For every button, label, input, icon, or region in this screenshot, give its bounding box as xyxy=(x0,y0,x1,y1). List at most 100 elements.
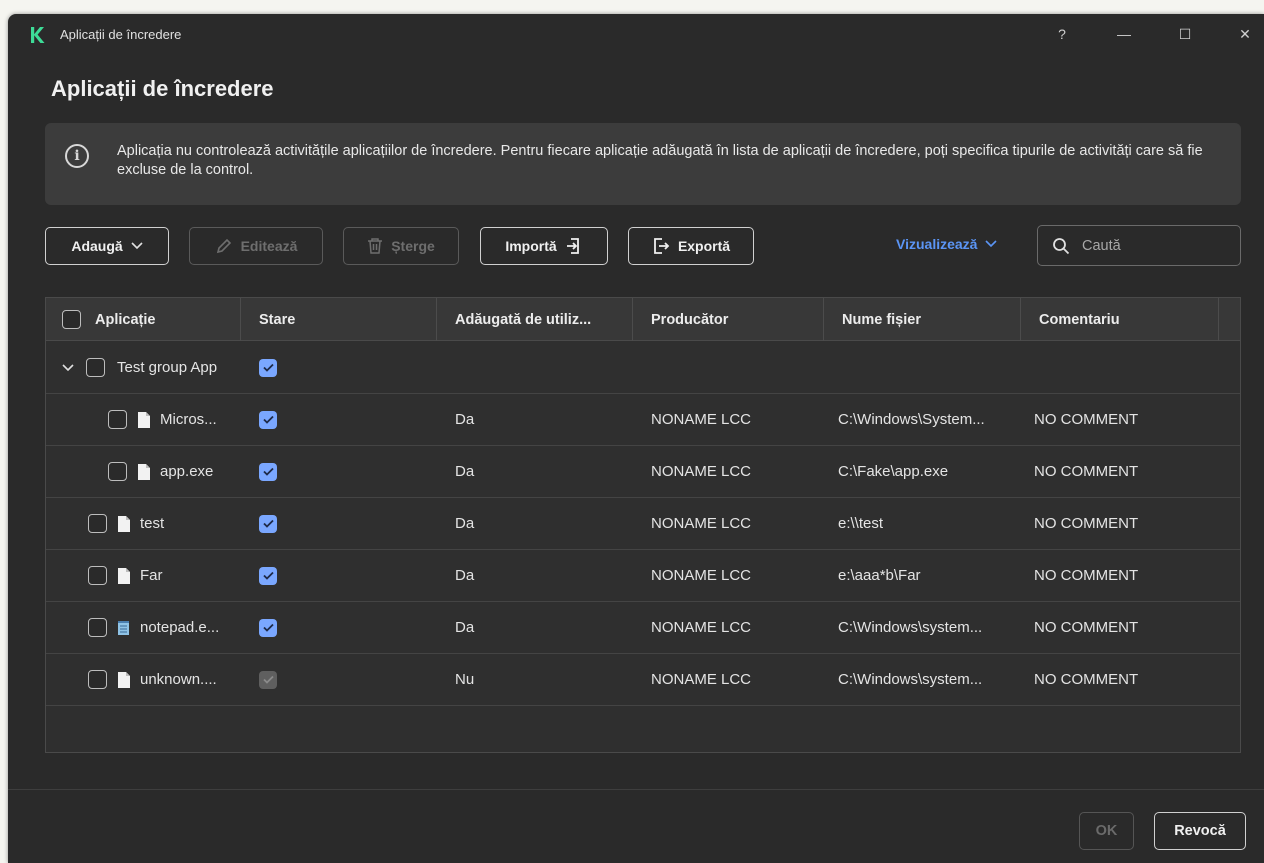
minimize-button[interactable]: — xyxy=(1109,22,1139,46)
app-name: test xyxy=(140,515,165,532)
row-checkbox[interactable] xyxy=(86,358,105,377)
maximize-icon: ☐ xyxy=(1178,25,1192,42)
status-checkbox[interactable] xyxy=(259,358,277,377)
trash-icon xyxy=(368,238,383,254)
group-name: Test group App xyxy=(117,359,218,376)
filename-cell: e:\\test xyxy=(838,515,884,532)
comment-cell: NO COMMENT xyxy=(1034,411,1139,428)
export-button[interactable]: Exportă xyxy=(628,227,754,265)
status-checkbox[interactable] xyxy=(259,410,277,429)
status-checkbox[interactable] xyxy=(259,566,277,585)
row-checkbox[interactable] xyxy=(88,670,107,689)
import-icon xyxy=(566,238,579,254)
file-icon xyxy=(138,411,150,428)
row-checkbox[interactable] xyxy=(108,410,127,429)
table-row[interactable]: notepad.e... Da NONAME LCC C:\Windows\syste… xyxy=(46,602,1240,654)
app-name: unknown.... xyxy=(140,671,217,688)
pencil-icon xyxy=(216,238,231,254)
checkmark-icon xyxy=(262,571,274,580)
cancel-button-label: Revocă xyxy=(1174,823,1226,839)
column-header-vendor[interactable]: Producător xyxy=(633,298,824,341)
vendor-cell: NONAME LCC xyxy=(651,671,752,688)
edit-button[interactable]: Editează xyxy=(189,227,323,265)
row-checkbox[interactable] xyxy=(88,618,107,637)
vendor-cell: NONAME LCC xyxy=(651,567,752,584)
delete-button-label: Șterge xyxy=(391,238,435,254)
notepad-icon xyxy=(118,620,129,635)
added-by-user-cell: Da xyxy=(455,463,475,480)
file-icon xyxy=(118,671,130,688)
added-by-user-cell: Da xyxy=(455,567,475,584)
status-checkbox[interactable] xyxy=(259,462,277,481)
comment-cell: NO COMMENT xyxy=(1034,463,1139,480)
comment-cell: NO COMMENT xyxy=(1034,619,1139,636)
checkmark-icon xyxy=(262,623,274,632)
table-group-row[interactable]: Test group App xyxy=(46,342,1240,394)
status-checkbox[interactable] xyxy=(259,670,277,689)
cancel-button[interactable]: Revocă xyxy=(1154,812,1246,850)
file-icon xyxy=(118,567,130,584)
table-row[interactable]: test Da NONAME LCC e:\\test NO COMMENT xyxy=(46,498,1240,550)
vendor-cell: NONAME LCC xyxy=(651,515,752,532)
column-label: Aplicație xyxy=(95,311,156,328)
filename-cell: C:\Windows\system... xyxy=(838,619,983,636)
table-row[interactable]: app.exe Da NONAME LCC C:\Fake\app.exe NO COM… xyxy=(46,446,1240,498)
column-header-filename[interactable]: Nume fișier xyxy=(824,298,1021,341)
ok-button[interactable]: OK xyxy=(1079,812,1134,850)
page-title: Aplicații de încredere xyxy=(51,76,274,101)
added-by-user-cell: Da xyxy=(455,619,475,636)
ok-button-label: OK xyxy=(1095,823,1118,839)
added-by-user-cell: Nu xyxy=(455,671,475,688)
checkmark-icon xyxy=(262,415,274,424)
comment-cell: NO COMMENT xyxy=(1034,567,1139,584)
app-name: app.exe xyxy=(160,463,214,480)
checkmark-icon xyxy=(262,519,274,528)
view-dropdown[interactable]: Vizualizează xyxy=(896,236,998,252)
row-checkbox[interactable] xyxy=(88,514,107,533)
table-row[interactable]: unknown.... Nu NONAME LCC C:\Windows\system… xyxy=(46,654,1240,706)
minimize-icon: — xyxy=(1117,26,1131,42)
delete-button[interactable]: Șterge xyxy=(343,227,459,265)
maximize-button[interactable]: ☐ xyxy=(1170,22,1200,46)
vendor-cell: NONAME LCC xyxy=(651,411,752,428)
file-icon xyxy=(118,515,130,532)
trusted-apps-window: Aplicații de încredere ? — ☐ ✕ Aplicații… xyxy=(8,14,1264,863)
filename-cell: C:\Fake\app.exe xyxy=(838,463,949,480)
status-checkbox[interactable] xyxy=(259,514,277,533)
column-header-status[interactable]: Stare xyxy=(241,298,437,341)
close-icon: ✕ xyxy=(1239,25,1251,42)
column-label: Stare xyxy=(259,311,296,328)
column-label: Nume fișier xyxy=(842,311,921,328)
help-button[interactable]: ? xyxy=(1047,22,1077,46)
import-button[interactable]: Importă xyxy=(480,227,608,265)
export-button-label: Exportă xyxy=(677,238,731,254)
window-title: Aplicații de încredere xyxy=(60,27,182,42)
add-button[interactable]: Adaugă xyxy=(45,227,169,265)
table-row[interactable]: Micros... Da NONAME LCC C:\Windows\System..… xyxy=(46,394,1240,446)
checkmark-icon xyxy=(262,467,274,476)
search-box[interactable] xyxy=(1037,225,1241,266)
export-icon xyxy=(654,238,670,254)
column-header-app[interactable]: Aplicație xyxy=(46,298,241,341)
table-header: Aplicație Stare Adăugată de utiliz... Pr… xyxy=(46,298,1240,341)
close-button[interactable]: ✕ xyxy=(1230,22,1260,46)
column-header-comment[interactable]: Comentariu xyxy=(1021,298,1219,341)
kaspersky-logo-icon xyxy=(31,27,45,43)
column-label: Adăugată de utiliz... xyxy=(455,311,592,328)
info-banner: i Aplicația nu controlează activitățile … xyxy=(45,123,1241,205)
app-name: Far xyxy=(140,567,163,584)
column-header-added-by-user[interactable]: Adăugată de utiliz... xyxy=(437,298,633,341)
info-icon: i xyxy=(65,144,89,168)
added-by-user-cell: Da xyxy=(455,515,475,532)
table-row[interactable]: Far Da NONAME LCC e:\aaa*b\Far NO COMMENT xyxy=(46,550,1240,602)
chevron-down-icon[interactable] xyxy=(62,363,74,372)
search-input[interactable] xyxy=(1082,235,1232,257)
file-icon xyxy=(138,463,150,480)
status-checkbox[interactable] xyxy=(259,618,277,637)
app-name: notepad.e... xyxy=(140,619,220,636)
dialog-footer: OK Revocă xyxy=(8,789,1264,863)
search-icon xyxy=(1053,238,1070,255)
select-all-checkbox[interactable] xyxy=(62,310,81,329)
row-checkbox[interactable] xyxy=(88,566,107,585)
row-checkbox[interactable] xyxy=(108,462,127,481)
